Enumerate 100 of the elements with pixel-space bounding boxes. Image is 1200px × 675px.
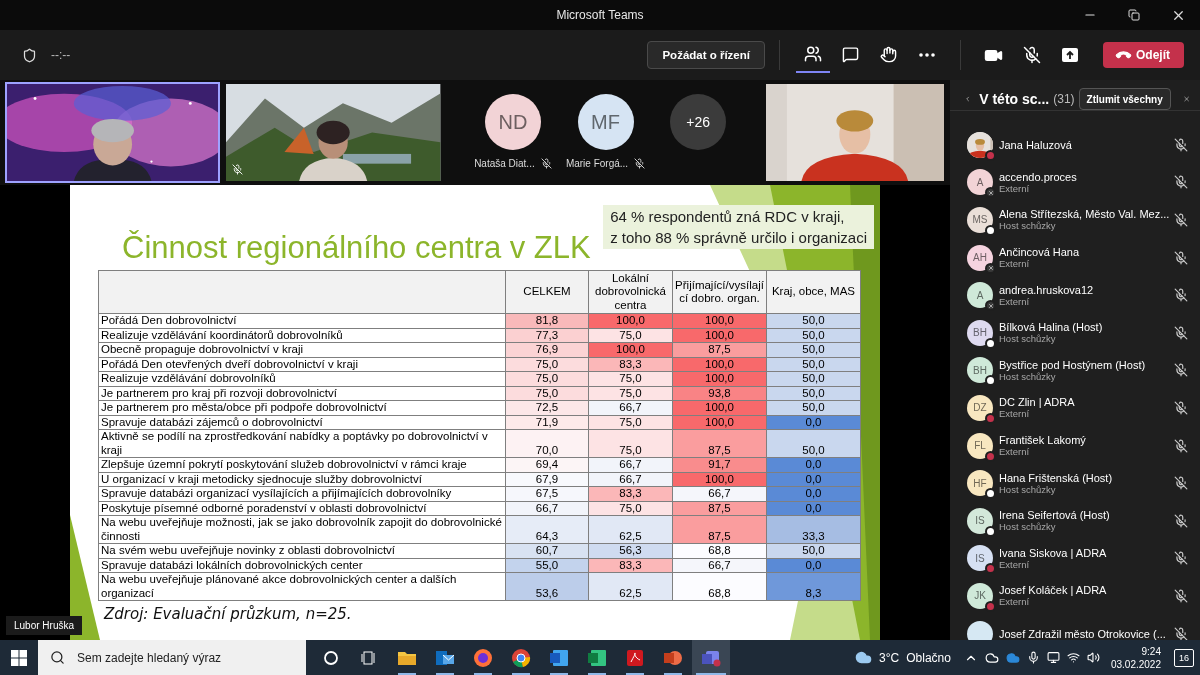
participant-role: Host schůzky: [999, 483, 1057, 495]
mute-all-button[interactable]: Ztlumit všechny: [1078, 88, 1171, 110]
circle-icon: [323, 649, 339, 666]
participant-item[interactable]: IS Ivana Siskova | ADRA Externí: [950, 539, 1200, 578]
column-header: Kraj, obce, MAS: [766, 270, 861, 314]
clock[interactable]: 9:24 03.02.2022: [1110, 644, 1161, 671]
search-field[interactable]: Sem zadejte hledaný výraz: [75, 649, 275, 666]
meeting-timer: --:--: [51, 48, 71, 62]
volume-icon[interactable]: [1086, 651, 1100, 664]
table-cell: 64,3: [505, 515, 589, 544]
participant-item[interactable]: JK Josef Koláček | ADRA Externí: [950, 577, 1200, 615]
avatar: HF: [967, 470, 993, 497]
browser-icon: [473, 647, 493, 668]
clock-time: 9:24: [1141, 644, 1161, 658]
participant-role: Host schůzky: [999, 220, 1057, 232]
participant-role: Host schůzky: [999, 370, 1056, 382]
taskbar-app-button[interactable]: [692, 640, 730, 675]
document-icon: [549, 647, 569, 668]
search-icon: [50, 650, 65, 665]
wifi-icon[interactable]: [1066, 651, 1080, 664]
table-cell: 87,5: [672, 429, 767, 458]
busy-status-icon: [985, 563, 996, 575]
participant-item[interactable]: HF Hana Frištenská (Host) Host schůzky: [950, 464, 1200, 502]
weather-icon: [855, 649, 873, 666]
search-bar[interactable]: Sem zadejte hledaný výraz: [38, 640, 306, 675]
avatar: JK: [967, 582, 993, 609]
participant-item[interactable]: Jana Haluzová: [950, 126, 1200, 164]
participant-name: Bystřice pod Hostýnem (Host): [999, 358, 1147, 371]
weather-text: Oblačno: [906, 650, 951, 665]
clock-date: 03.02.2022: [1110, 657, 1161, 671]
participant-item[interactable]: A accendo.proces Externí: [950, 163, 1200, 202]
participant-item[interactable]: A andrea.hruskova12 Externí: [950, 276, 1200, 314]
table-cell: Na webu uveřejňuje možnosti, jak se jako dobrovolník zapojit do dobrovolnické činnosti: [98, 515, 506, 544]
request-control-button[interactable]: Požádat o řízení: [647, 41, 765, 69]
participant-name: Josef Zdražil město Otrokovice (...: [999, 627, 1167, 640]
participant-role: Host schůzky: [999, 333, 1057, 345]
participant-name: František Lakomý: [999, 434, 1087, 447]
offline-status-icon: [985, 262, 996, 274]
participant-name: Ančincová Hana: [999, 246, 1081, 259]
avatar: MF: [577, 94, 634, 150]
temperature: 3°C: [879, 650, 900, 665]
presenter-name: Lubor Hruška: [6, 616, 83, 635]
shield-icon: [22, 47, 37, 63]
participant-item[interactable]: MS Alena Střítezská, Město Val. Mez... Host schůzky: [950, 201, 1200, 239]
table-cell: 50,0: [766, 429, 861, 458]
table-cell: Na webu uveřejňuje plánované akce dobrovolnických center a dalších organizací: [98, 572, 506, 601]
pdf-icon: [625, 647, 645, 668]
participant-item[interactable]: AH Ančincová Hana Externí: [950, 238, 1200, 277]
avatar: ND: [484, 94, 541, 150]
leave-button[interactable]: Odejít: [1103, 42, 1184, 68]
status-dot-icon: [985, 488, 996, 500]
avatar: AH: [967, 244, 993, 271]
participant-name: Hana Frištenská (Host): [999, 471, 1114, 484]
busy-status-icon: [985, 450, 996, 462]
microphone-icon[interactable]: [1026, 651, 1040, 664]
more-participants-button[interactable]: +26: [670, 94, 727, 150]
more-icon: [919, 53, 935, 57]
participant-item[interactable]: FL František Lakomý Externí: [950, 426, 1200, 465]
participant-role: Externí: [999, 295, 1031, 307]
offline-status-icon: [985, 187, 996, 199]
participant-name: accendo.proces: [999, 170, 1078, 183]
windows-grid-icon: [11, 649, 27, 666]
cloud-icon[interactable]: [984, 650, 999, 665]
hand-icon: [880, 45, 898, 63]
participant-item[interactable]: DZ DC Zlin | ADRA Externí: [950, 389, 1200, 427]
offline-status-icon: [985, 300, 996, 312]
participant-name: Irena Seifertová (Host): [999, 509, 1111, 522]
table-cell: 33,3: [766, 515, 861, 544]
participant-count: (31): [1053, 92, 1075, 106]
avatar: FL: [967, 432, 993, 459]
table-cell: Aktivně se podílí na zprostředkování nabídky a poptávky po dobrovolnictví v kraji: [98, 429, 506, 458]
participant-item[interactable]: IS Irena Seifertová (Host) Host schůzky: [950, 501, 1200, 540]
people-icon: [804, 45, 822, 63]
participant-item[interactable]: BH Bystřice pod Hostýnem (Host) Host schůzky: [950, 351, 1200, 390]
avatar: IS: [967, 545, 993, 572]
restore-icon: [1128, 9, 1140, 21]
participant-name: Alena Střítezská, Město Val. Mez...: [999, 208, 1168, 221]
participant-name: andrea.hruskova12: [999, 283, 1095, 296]
status-dot-icon: [985, 225, 996, 236]
callout-text: 64 % respondentů zná RDC v kraji,: [610, 207, 846, 227]
table-cell: 62,5: [588, 572, 673, 601]
table-cell: 68,8: [672, 572, 767, 601]
busy-status-icon: [985, 149, 996, 161]
avatar: BH: [967, 319, 993, 346]
busy-status-icon: [985, 600, 996, 612]
column-header: Přijímající/vysílající dobro. organ.: [672, 270, 767, 314]
monitor-icon[interactable]: [1046, 651, 1060, 664]
participant-name: Bílková Halina (Host): [999, 321, 1104, 334]
callout-text: z toho 88 % správně určilo i organizaci: [610, 228, 867, 248]
notifications-button[interactable]: 16: [1174, 648, 1194, 667]
participant-name: DC Zlin | ADRA: [999, 396, 1076, 409]
avatar: MS: [967, 207, 993, 233]
participant-item[interactable]: BH Bílková Halina (Host) Host schůzky: [950, 313, 1200, 352]
source-note: Zdroj: Evaluační průzkum, n=25.: [104, 605, 353, 623]
column-header: Lokální dobrovolnická centra: [588, 270, 673, 314]
column-header: CELKEM: [505, 270, 589, 314]
browser-icon: [511, 647, 531, 668]
spreadsheet-icon: [587, 647, 607, 668]
participant-name: Jana Haluzová: [999, 138, 1073, 151]
participant-role: Externí: [999, 258, 1031, 270]
